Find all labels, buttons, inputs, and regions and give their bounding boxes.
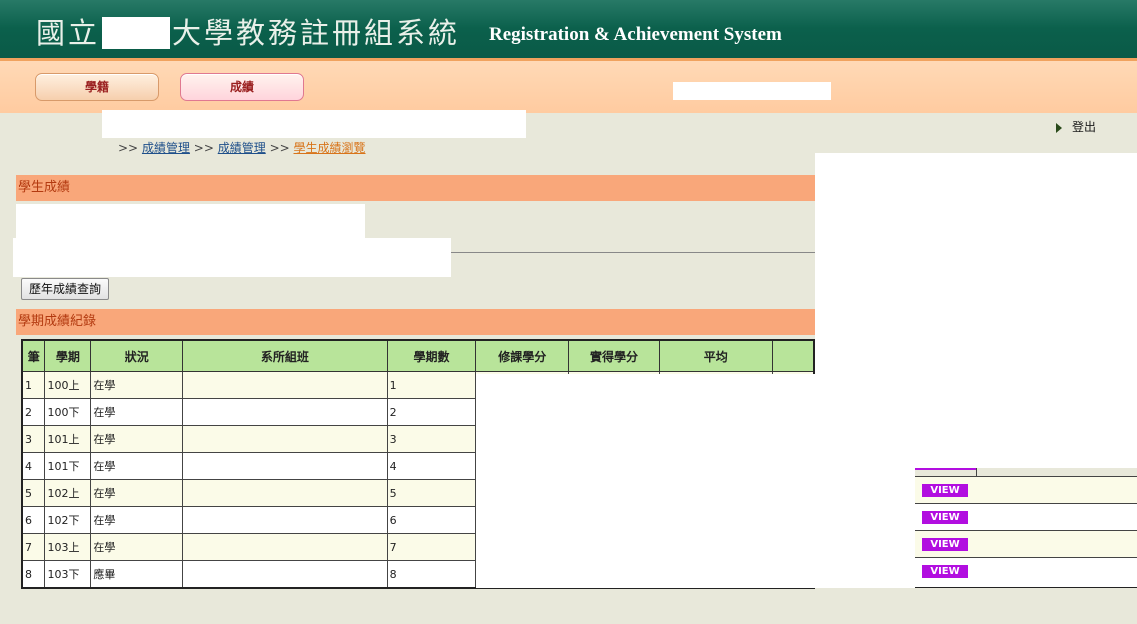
divider: [451, 252, 815, 253]
cell-term: 100下: [44, 398, 92, 426]
app-header: 國立 大學教務註冊組系統 Registration & Achievement S…: [0, 0, 1137, 60]
redacted-user-info: [673, 82, 831, 100]
breadcrumb-student-grade-browse[interactable]: 學生成績瀏覽: [294, 141, 366, 155]
title-suffix: 大學教務註冊組系統: [172, 16, 461, 50]
col-header-status: 狀況: [90, 339, 184, 372]
cell-semester-count: 7: [386, 533, 477, 561]
history-grades-button[interactable]: 歷年成績查詢: [21, 278, 110, 300]
cell-department: [182, 452, 388, 480]
cell-department: [182, 425, 388, 453]
right-table-fragment: VIEW VIEW VIEW VIEW: [915, 468, 1137, 588]
cell-department: [182, 398, 388, 426]
cell-status: 在學: [90, 533, 184, 561]
logout-link[interactable]: 登出: [1056, 118, 1096, 135]
cell-term: 102下: [44, 506, 92, 534]
cell-no: 6: [21, 506, 46, 534]
col-header-extra: [771, 339, 815, 372]
cell-semester-count: 3: [386, 425, 477, 453]
cell-no: 8: [21, 560, 46, 589]
cell-no: 7: [21, 533, 46, 561]
cell-no: 5: [21, 479, 46, 507]
cell-semester-count: 8: [386, 560, 477, 589]
cell-no: 4: [21, 452, 46, 480]
redacted-student-info-2: [13, 238, 451, 277]
breadcrumb: >> 成績管理 >> 成績管理 >> 學生成績瀏覽: [118, 139, 366, 156]
redacted-student-info-1: [16, 204, 365, 238]
cell-status: 在學: [90, 479, 184, 507]
cell-department: [182, 371, 388, 399]
cell-semester-count: 4: [386, 452, 477, 480]
title-prefix: 國立: [36, 16, 101, 50]
col-header-no: 筆: [21, 339, 46, 372]
cell-no: 2: [21, 398, 46, 426]
redacted-table-data: [476, 374, 915, 588]
logout-label: 登出: [1072, 120, 1097, 134]
cell-status: 在學: [90, 398, 184, 426]
col-header-earned-credits: 實得學分: [568, 339, 660, 372]
redacted-university-name: [102, 17, 171, 49]
col-header-enrolled-credits: 修課學分: [475, 339, 570, 372]
breadcrumb-grade-management-2[interactable]: 成績管理: [218, 141, 266, 155]
nav-band: 學籍 成績: [0, 58, 1137, 113]
cell-semester-count: 1: [386, 371, 477, 399]
cell-status: 應畢: [90, 560, 184, 589]
redacted-user-banner: [102, 110, 526, 138]
section-student-grades: 學生成績: [16, 175, 815, 201]
col-header-average: 平均: [658, 339, 773, 372]
tab-registration[interactable]: 學籍: [35, 73, 159, 101]
cell-department: [182, 506, 388, 534]
play-arrow-icon: [1056, 122, 1062, 133]
table-header-row: 筆 學期 狀況 系所組班 學期數 修課學分 實得學分 平均: [21, 339, 815, 372]
cell-term: 101上: [44, 425, 92, 453]
cell-status: 在學: [90, 371, 184, 399]
cell-department: [182, 533, 388, 561]
tab-grades[interactable]: 成績: [180, 73, 304, 101]
col-header-term: 學期: [44, 339, 92, 372]
cell-department: [182, 560, 388, 589]
system-title-en: Registration & Achievement System: [489, 24, 782, 45]
system-title: 國立 大學教務註冊組系統: [36, 10, 460, 52]
cell-term: 103上: [44, 533, 92, 561]
cell-no: 3: [21, 425, 46, 453]
cell-status: 在學: [90, 425, 184, 453]
cell-term: 103下: [44, 560, 92, 589]
divider: [915, 468, 977, 470]
view-button[interactable]: VIEW: [922, 538, 968, 551]
view-button[interactable]: VIEW: [922, 565, 968, 578]
cell-term: 100上: [44, 371, 92, 399]
cell-status: 在學: [90, 452, 184, 480]
breadcrumb-sep: >>: [269, 141, 290, 155]
cell-semester-count: 6: [386, 506, 477, 534]
cell-semester-count: 2: [386, 398, 477, 426]
cell-semester-count: 5: [386, 479, 477, 507]
section-semester-records: 學期成績紀錄: [16, 309, 815, 335]
cell-no: 1: [21, 371, 46, 399]
cell-term: 102上: [44, 479, 92, 507]
col-header-semester-count: 學期數: [386, 339, 477, 372]
breadcrumb-sep: >>: [118, 141, 139, 155]
cell-term: 101下: [44, 452, 92, 480]
breadcrumb-grade-management-1[interactable]: 成績管理: [142, 141, 190, 155]
cell-department: [182, 479, 388, 507]
col-header-department: 系所組班: [182, 339, 388, 372]
cell-status: 在學: [90, 506, 184, 534]
view-button[interactable]: VIEW: [922, 511, 968, 524]
view-button[interactable]: VIEW: [922, 484, 968, 497]
breadcrumb-sep: >>: [193, 141, 214, 155]
